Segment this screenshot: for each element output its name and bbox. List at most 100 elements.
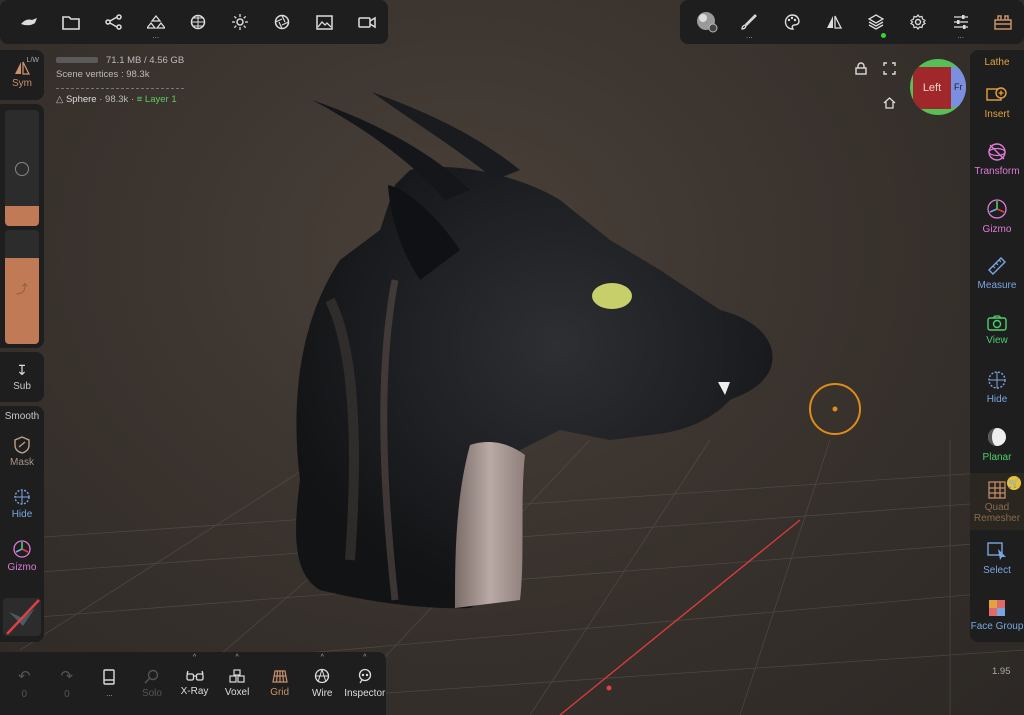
background-image-button[interactable] (304, 0, 346, 44)
bottom-toolbar: ↶ 0 ↷ 0 ... Solo ^ X-Ray ^ Voxel Grid ^ … (0, 652, 386, 715)
redo-count: 0 (64, 689, 70, 700)
transform-tool-button[interactable]: Transform (970, 131, 1024, 188)
layers-button[interactable] (855, 0, 897, 44)
grid-label: Grid (270, 686, 290, 698)
hide-button-left[interactable]: Hide (0, 478, 44, 530)
intensity-fill (5, 258, 39, 344)
select-icon (987, 542, 1006, 560)
cube-face-left[interactable]: Left (913, 67, 951, 109)
voxel-button[interactable]: ^ Voxel (216, 652, 259, 715)
mask-icon (14, 436, 30, 454)
measure-tool-button[interactable]: Measure (970, 245, 1024, 302)
select-tool-button[interactable]: Select (970, 530, 1024, 587)
history-more: ... (106, 689, 113, 698)
gizmo-button-left[interactable]: Gizmo (0, 530, 44, 582)
planar-tool-button[interactable]: Planar (970, 416, 1024, 473)
grid-button[interactable]: Grid (258, 652, 301, 715)
dragon-head-model (296, 92, 773, 609)
lathe-tool-button[interactable]: Lathe (970, 50, 1024, 74)
undo-button[interactable]: ↶ 0 (3, 652, 46, 715)
interface-settings-button[interactable]: ... (940, 0, 982, 44)
camera-aperture-icon (275, 14, 290, 30)
files-button[interactable] (50, 0, 92, 44)
insert-label: Insert (984, 109, 1010, 120)
hide-icon-left (14, 489, 30, 505)
app-logo-button[interactable] (8, 0, 50, 44)
video-button[interactable] (346, 0, 388, 44)
sub-button[interactable]: ↧ Sub (0, 352, 44, 402)
scene-tree-icon (104, 14, 122, 30)
xray-button[interactable]: ^ X-Ray (173, 652, 216, 715)
inspector-button[interactable]: ^ Inspector (344, 652, 387, 715)
wireframe-button[interactable]: ^ Wire (301, 652, 344, 715)
view-tool-button[interactable]: View (970, 302, 1024, 359)
solo-button[interactable]: Solo (131, 652, 174, 715)
ruler-icon (988, 257, 1006, 275)
palette-icon (784, 14, 800, 30)
left-sub-panel: ↧ Sub (0, 352, 44, 402)
lighting-button[interactable] (219, 0, 261, 44)
viewport[interactable] (0, 0, 1024, 715)
inspector-icon (358, 668, 371, 684)
face-group-icon (989, 600, 1005, 616)
lathe-label: Lathe (984, 56, 1010, 68)
layer-stack-icon: ≡ (136, 94, 143, 105)
face-group-tool-button[interactable]: Face Group (970, 587, 1024, 644)
active-object-info[interactable]: △ Sphere · 98.3k · ≡ Layer 1 (56, 93, 184, 107)
inspector-label: Inspector (344, 688, 386, 699)
topology-button[interactable] (177, 0, 219, 44)
scene-button[interactable] (92, 0, 134, 44)
cube-face-front[interactable]: Fr (950, 67, 966, 107)
memory-usage: 71.1 MB / 4.56 GB (106, 55, 185, 66)
mask-button[interactable]: Mask (0, 426, 44, 478)
voxel-icon (229, 669, 245, 683)
settings-button[interactable] (897, 0, 939, 44)
painting-button[interactable] (771, 0, 813, 44)
hide-tool-button[interactable]: Hide (970, 359, 1024, 416)
left-sliders-panel: ⤴ (0, 104, 44, 348)
zoom-readout: 1.95 (992, 666, 1011, 677)
intensity-slider[interactable]: ⤴ (5, 230, 39, 344)
object-verts: · 98.3k · (99, 94, 135, 105)
gizmo-label: Gizmo (982, 224, 1012, 235)
gizmo-icon (987, 199, 1007, 219)
history-button[interactable]: ... (88, 652, 131, 715)
gizmo-tool-button[interactable]: Gizmo (970, 188, 1024, 245)
primitives-button[interactable]: ... (135, 0, 177, 44)
insert-tool-button[interactable]: Insert (970, 74, 1024, 131)
cart-badge-icon: 🛒 (1007, 476, 1021, 490)
settings-icon (910, 14, 927, 30)
left-sym-panel: L/W Sym (0, 50, 44, 100)
transform-label: Transform (974, 166, 1020, 177)
material-sphere-icon (697, 12, 718, 33)
nomad-logo-icon (21, 18, 38, 26)
orientation-cube[interactable]: Fr Left (910, 59, 966, 115)
lock-icon[interactable] (855, 62, 867, 75)
home-icon[interactable] (883, 97, 896, 109)
radius-slider[interactable] (5, 110, 39, 226)
quad-remesher-button[interactable]: 🛒 Quad Remesher (970, 473, 1024, 530)
symmetry-toggle-button[interactable]: L/W Sym (0, 50, 44, 100)
active-tool-thumb[interactable] (3, 598, 41, 636)
fullscreen-icon[interactable] (883, 62, 896, 75)
sym-label: Sym (12, 78, 32, 89)
interface-more: ... (957, 31, 964, 40)
mesh-icon: △ (56, 94, 64, 105)
stats-divider (56, 88, 184, 89)
quad-remesher-label: Quad Remesher (973, 501, 1021, 524)
symmetry-button[interactable] (813, 0, 855, 44)
toolbox-icon (994, 15, 1012, 30)
primitives-icon (146, 14, 165, 29)
smooth-button[interactable]: Smooth (0, 406, 44, 426)
undo-count: 0 (21, 689, 28, 700)
right-tools-panel: Lathe Insert Transform Gizmo Measure Vie… (970, 50, 1024, 642)
viewport-scene (0, 92, 1024, 715)
brush-settings-button[interactable]: ... (728, 0, 770, 44)
toolbox-button[interactable] (982, 0, 1024, 44)
redo-button[interactable]: ↷ 0 (46, 652, 89, 715)
folder-icon (62, 15, 81, 30)
scene-vertices: Scene vertices : 98.3k (56, 69, 150, 80)
radius-fill (5, 206, 39, 226)
material-button[interactable] (686, 0, 728, 44)
camera-settings-button[interactable] (261, 0, 303, 44)
